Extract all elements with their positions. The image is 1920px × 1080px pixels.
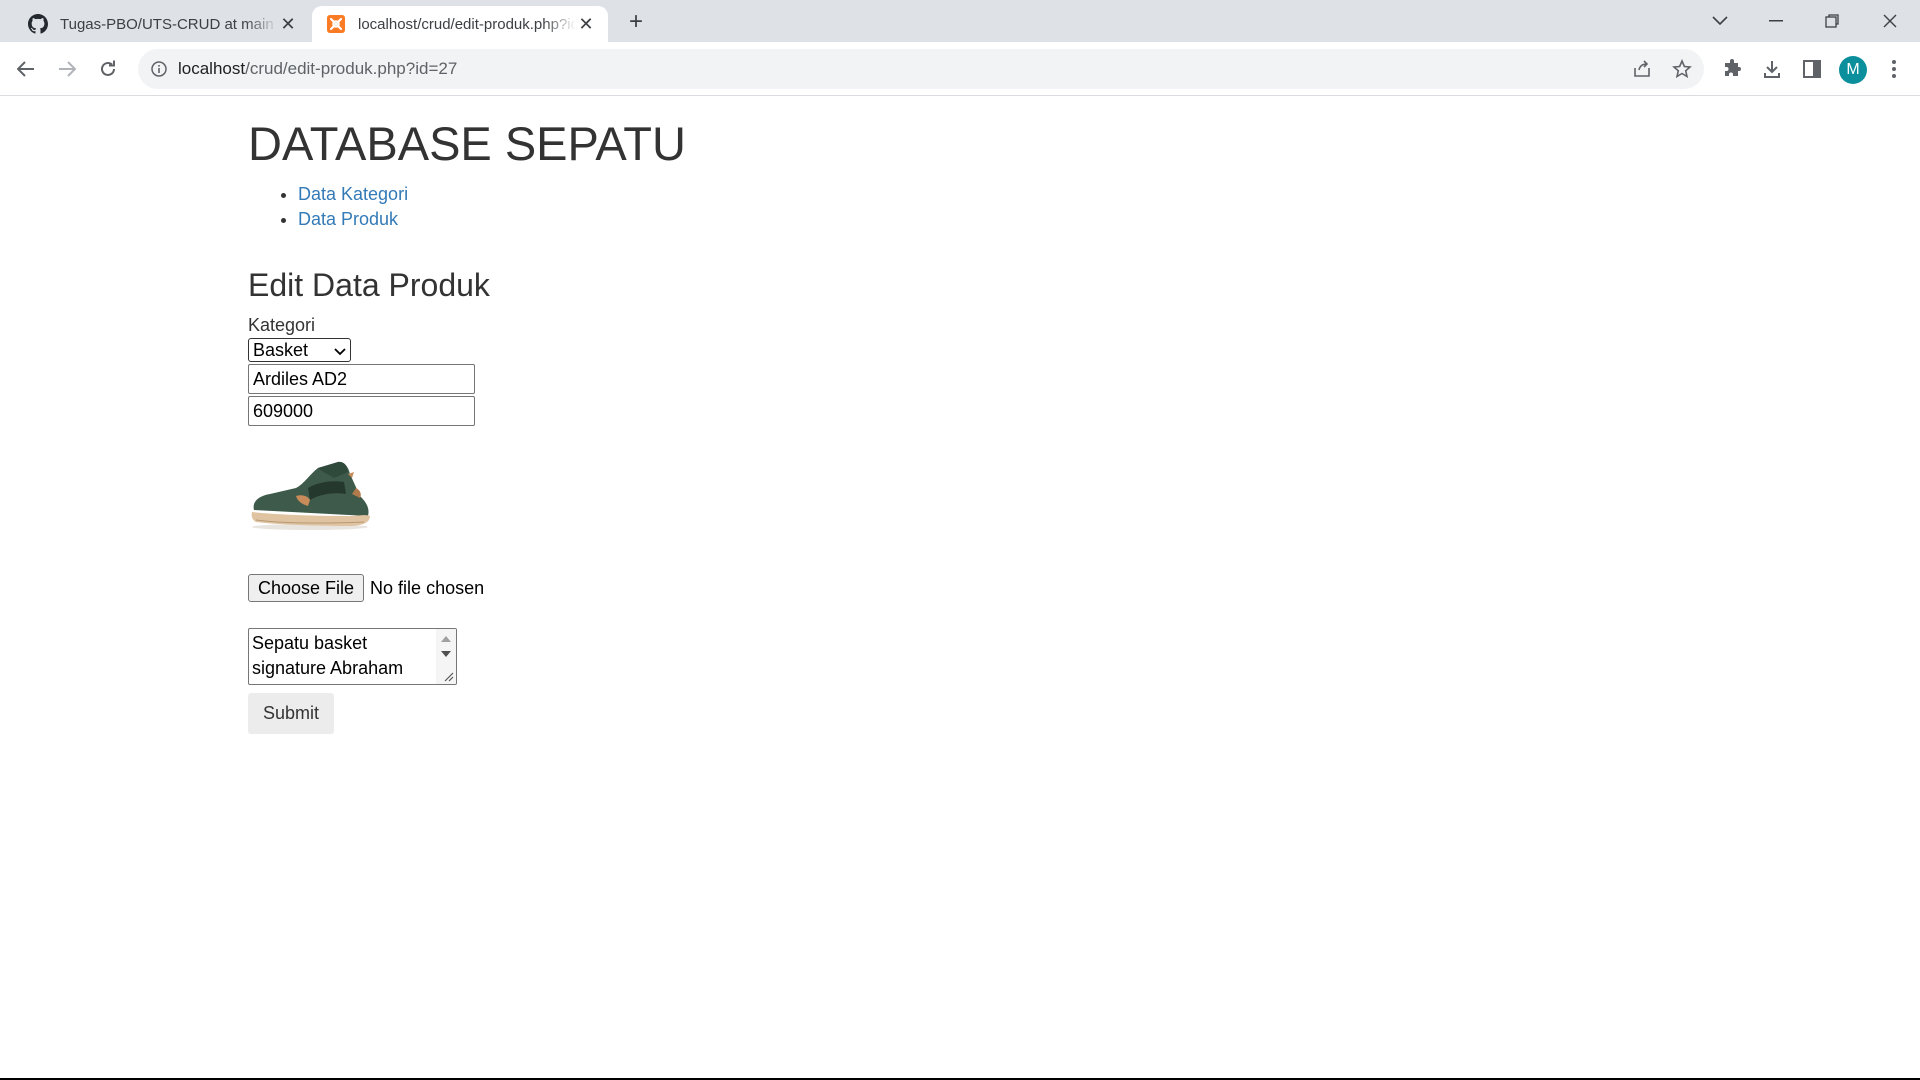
kategori-label: Kategori (248, 315, 316, 335)
side-panel-icon[interactable] (1800, 57, 1824, 81)
deskripsi-text: Sepatu basket signature Abraham (252, 633, 404, 678)
share-icon[interactable] (1632, 59, 1652, 79)
info-icon[interactable] (150, 60, 168, 78)
url-path: /crud/edit-produk.php?id=27 (245, 59, 458, 78)
deskripsi-textarea[interactable]: Sepatu basket signature Abraham (248, 628, 457, 685)
resize-grip-icon[interactable] (442, 670, 454, 682)
tab-title: localhost/crud/edit-produk.php?id=27 (358, 15, 576, 33)
scroll-up-icon[interactable] (441, 636, 451, 642)
close-window-icon[interactable] (1862, 0, 1918, 42)
form-title: Edit Data Produk (248, 267, 490, 303)
close-tab-icon[interactable]: ✕ (278, 14, 298, 34)
nav-item: Data Kategori (298, 182, 1920, 207)
kategori-select[interactable]: Basket (248, 338, 351, 362)
url-text: localhost/crud/edit-produk.php?id=27 (178, 59, 457, 79)
reload-icon[interactable] (92, 53, 124, 85)
harga-input[interactable]: 609000 (248, 396, 475, 426)
github-icon (28, 14, 48, 34)
download-icon[interactable] (1760, 57, 1784, 81)
submit-button[interactable]: Submit (248, 693, 334, 734)
nama-produk-input[interactable]: Ardiles AD2 (248, 364, 475, 394)
nav-link-data-kategori[interactable]: Data Kategori (298, 184, 408, 204)
address-bar[interactable]: localhost/crud/edit-produk.php?id=27 (138, 49, 1704, 89)
choose-file-button[interactable]: Choose File (248, 574, 365, 602)
url-host: localhost (178, 59, 246, 78)
browser-toolbar: localhost/crud/edit-produk.php?id=27 M (0, 42, 1920, 96)
minimize-icon[interactable] (1748, 0, 1804, 42)
xampp-icon (326, 14, 346, 34)
site-title: DATABASE SEPATU (248, 117, 686, 170)
file-upload: Choose File No file chosen (248, 574, 1920, 602)
bookmark-star-icon[interactable] (1672, 59, 1692, 79)
menu-kebab-icon[interactable] (1882, 57, 1906, 81)
nav-item: Data Produk (298, 207, 1920, 232)
extensions-icon[interactable] (1720, 57, 1744, 81)
profile-avatar[interactable]: M (1839, 56, 1867, 84)
kategori-selected-value: Basket (253, 339, 309, 360)
page-content: DATABASE SEPATU Data Kategori Data Produ… (0, 96, 1920, 734)
restore-icon[interactable] (1804, 0, 1860, 42)
tab-title: Tugas-PBO/UTS-CRUD at main · (60, 15, 278, 33)
scroll-down-icon[interactable] (441, 651, 451, 657)
file-status: No file chosen (370, 577, 485, 598)
tab-github[interactable]: Tugas-PBO/UTS-CRUD at main · ✕ (14, 6, 310, 42)
tab-search-chevron-icon[interactable] (1692, 0, 1748, 42)
product-image (248, 444, 374, 534)
tab-strip: Tugas-PBO/UTS-CRUD at main · ✕ localhost… (0, 0, 1920, 42)
main-nav: Data Kategori Data Produk (248, 182, 1920, 232)
back-arrow-icon[interactable] (10, 53, 42, 85)
nav-link-data-produk[interactable]: Data Produk (298, 209, 398, 229)
chevron-down-icon (334, 340, 346, 361)
forward-arrow-icon[interactable] (51, 53, 83, 85)
close-tab-icon[interactable]: ✕ (576, 14, 596, 34)
plus-icon[interactable]: + (622, 8, 650, 36)
tab-edit-produk[interactable]: localhost/crud/edit-produk.php?id=27 ✕ (312, 6, 608, 42)
